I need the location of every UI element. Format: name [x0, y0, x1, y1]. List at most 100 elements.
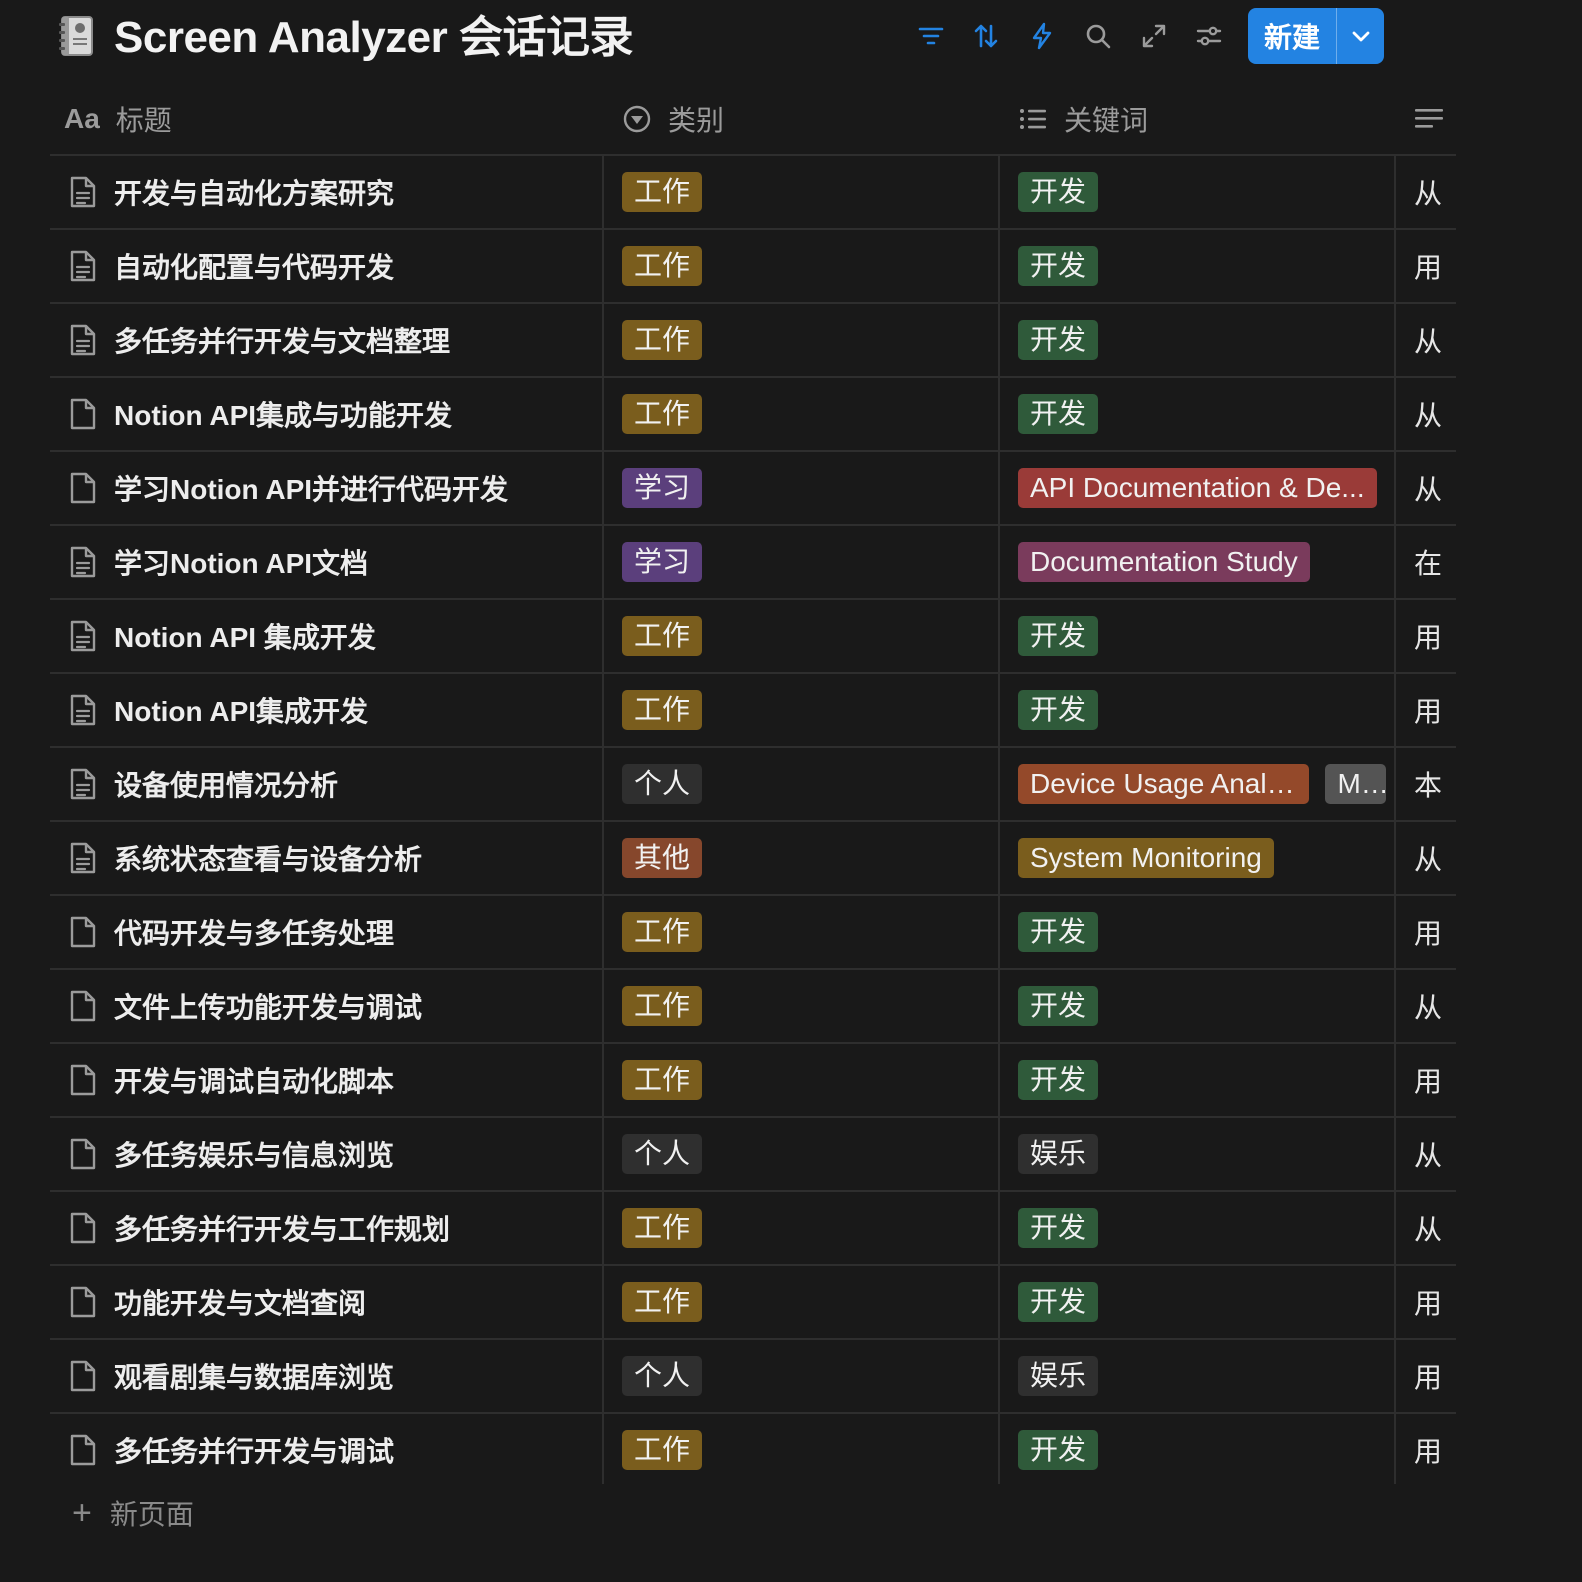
title-cell[interactable]: 代码开发与多任务处理 — [50, 896, 608, 968]
category-cell[interactable]: 工作 — [622, 600, 1006, 672]
category-cell[interactable]: 工作 — [622, 970, 1006, 1042]
row-title[interactable]: 系统状态查看与设备分析 — [114, 838, 422, 878]
row-title[interactable]: 开发与自动化方案研究 — [114, 172, 394, 212]
description-cell[interactable]: 从 — [1414, 1118, 1456, 1190]
table-row[interactable]: 自动化配置与代码开发 工作 开发 用 — [50, 230, 1456, 304]
keywords-cell[interactable]: 娱乐 — [1018, 1118, 1402, 1190]
table-row[interactable]: 设备使用情况分析 个人 Device Usage Analysis Mu 本 — [50, 748, 1456, 822]
description-cell[interactable]: 用 — [1414, 600, 1456, 672]
sort-icon[interactable] — [968, 18, 1004, 54]
description-cell[interactable]: 从 — [1414, 822, 1456, 894]
row-title[interactable]: 学习Notion API并进行代码开发 — [114, 468, 508, 508]
title-cell[interactable]: 学习Notion API文档 — [50, 526, 608, 598]
keywords-cell[interactable]: 开发 — [1018, 970, 1402, 1042]
description-cell[interactable]: 用 — [1414, 674, 1456, 746]
description-cell[interactable]: 用 — [1414, 1340, 1456, 1412]
table-row[interactable]: 观看剧集与数据库浏览 个人 娱乐 用 — [50, 1340, 1456, 1414]
title-cell[interactable]: 观看剧集与数据库浏览 — [50, 1340, 608, 1412]
description-cell[interactable]: 从 — [1414, 452, 1456, 524]
category-cell[interactable]: 工作 — [622, 1266, 1006, 1338]
row-title[interactable]: 多任务并行开发与文档整理 — [114, 320, 450, 360]
row-title[interactable]: 学习Notion API文档 — [114, 542, 368, 582]
table-row[interactable]: 文件上传功能开发与调试 工作 开发 从 — [50, 970, 1456, 1044]
keywords-cell[interactable]: 娱乐 — [1018, 1340, 1402, 1412]
keywords-cell[interactable]: API Documentation & De... — [1018, 452, 1402, 524]
table-row[interactable]: 系统状态查看与设备分析 其他 System Monitoring 从 — [50, 822, 1456, 896]
keywords-cell[interactable]: 开发 — [1018, 1414, 1402, 1484]
table-row[interactable]: 学习Notion API并进行代码开发 学习 API Documentation &… — [50, 452, 1456, 526]
title-cell[interactable]: 开发与调试自动化脚本 — [50, 1044, 608, 1116]
keywords-cell[interactable]: 开发 — [1018, 674, 1402, 746]
description-cell[interactable]: 在 — [1414, 526, 1456, 598]
keywords-cell[interactable]: 开发 — [1018, 230, 1402, 302]
title-cell[interactable]: 文件上传功能开发与调试 — [50, 970, 608, 1042]
row-title[interactable]: 开发与调试自动化脚本 — [114, 1060, 394, 1100]
column-header-category[interactable]: 类别 — [622, 84, 724, 154]
category-cell[interactable]: 个人 — [622, 748, 1006, 820]
table-row[interactable]: Notion API 集成开发 工作 开发 用 — [50, 600, 1456, 674]
category-cell[interactable]: 工作 — [622, 896, 1006, 968]
column-header-title[interactable]: Aa 标题 — [64, 84, 172, 154]
category-cell[interactable]: 工作 — [622, 230, 1006, 302]
description-cell[interactable]: 用 — [1414, 1044, 1456, 1116]
category-cell[interactable]: 个人 — [622, 1118, 1006, 1190]
row-title[interactable]: 观看剧集与数据库浏览 — [114, 1356, 394, 1396]
category-cell[interactable]: 工作 — [622, 304, 1006, 376]
description-cell[interactable]: 从 — [1414, 1192, 1456, 1264]
description-cell[interactable]: 从 — [1414, 970, 1456, 1042]
row-title[interactable]: 文件上传功能开发与调试 — [114, 986, 422, 1026]
table-row[interactable]: Notion API集成开发 工作 开发 用 — [50, 674, 1456, 748]
new-page-button[interactable]: + 新页面 — [72, 1488, 194, 1538]
keywords-cell[interactable]: 开发 — [1018, 1192, 1402, 1264]
table-row[interactable]: 多任务并行开发与文档整理 工作 开发 从 — [50, 304, 1456, 378]
table-row[interactable]: 多任务并行开发与调试 工作 开发 用 — [50, 1414, 1456, 1484]
title-cell[interactable]: 多任务并行开发与调试 — [50, 1414, 608, 1484]
title-cell[interactable]: 自动化配置与代码开发 — [50, 230, 608, 302]
description-cell[interactable]: 用 — [1414, 1266, 1456, 1338]
description-cell[interactable]: 用 — [1414, 1414, 1456, 1484]
description-cell[interactable]: 从 — [1414, 304, 1456, 376]
settings-icon[interactable] — [1191, 18, 1227, 54]
title-cell[interactable]: 开发与自动化方案研究 — [50, 156, 608, 228]
row-title[interactable]: 多任务并行开发与调试 — [114, 1430, 394, 1470]
keywords-cell[interactable]: 开发 — [1018, 600, 1402, 672]
new-button-label[interactable]: 新建 — [1248, 8, 1336, 64]
table-row[interactable]: 多任务并行开发与工作规划 工作 开发 从 — [50, 1192, 1456, 1266]
search-icon[interactable] — [1080, 18, 1116, 54]
row-title[interactable]: 自动化配置与代码开发 — [114, 246, 394, 286]
title-cell[interactable]: 多任务娱乐与信息浏览 — [50, 1118, 608, 1190]
title-cell[interactable]: Notion API集成开发 — [50, 674, 608, 746]
new-button[interactable]: 新建 — [1248, 8, 1384, 64]
table-row[interactable]: 开发与自动化方案研究 工作 开发 从 — [50, 156, 1456, 230]
keywords-cell[interactable]: Device Usage Analysis Mu — [1018, 748, 1402, 820]
keywords-cell[interactable]: 开发 — [1018, 156, 1402, 228]
title-cell[interactable]: Notion API 集成开发 — [50, 600, 608, 672]
column-header-description[interactable] — [1414, 84, 1456, 154]
title-cell[interactable]: 设备使用情况分析 — [50, 748, 608, 820]
title-cell[interactable]: 多任务并行开发与文档整理 — [50, 304, 608, 376]
table-row[interactable]: 多任务娱乐与信息浏览 个人 娱乐 从 — [50, 1118, 1456, 1192]
category-cell[interactable]: 工作 — [622, 1044, 1006, 1116]
automation-icon[interactable] — [1024, 18, 1060, 54]
title-cell[interactable]: Notion API集成与功能开发 — [50, 378, 608, 450]
category-cell[interactable]: 工作 — [622, 674, 1006, 746]
row-title[interactable]: 功能开发与文档查阅 — [114, 1282, 366, 1322]
title-cell[interactable]: 学习Notion API并进行代码开发 — [50, 452, 608, 524]
keywords-cell[interactable]: 开发 — [1018, 304, 1402, 376]
category-cell[interactable]: 学习 — [622, 526, 1006, 598]
keywords-cell[interactable]: Documentation Study — [1018, 526, 1402, 598]
category-cell[interactable]: 其他 — [622, 822, 1006, 894]
row-title[interactable]: Notion API 集成开发 — [114, 616, 376, 656]
category-cell[interactable]: 工作 — [622, 156, 1006, 228]
column-header-keywords[interactable]: 关键词 — [1018, 84, 1148, 154]
description-cell[interactable]: 本 — [1414, 748, 1456, 820]
category-cell[interactable]: 工作 — [622, 1192, 1006, 1264]
category-cell[interactable]: 学习 — [622, 452, 1006, 524]
row-title[interactable]: Notion API集成与功能开发 — [114, 394, 452, 434]
keywords-cell[interactable]: 开发 — [1018, 896, 1402, 968]
category-cell[interactable]: 工作 — [622, 1414, 1006, 1484]
keywords-cell[interactable]: System Monitoring — [1018, 822, 1402, 894]
keywords-cell[interactable]: 开发 — [1018, 378, 1402, 450]
table-row[interactable]: 开发与调试自动化脚本 工作 开发 用 — [50, 1044, 1456, 1118]
description-cell[interactable]: 从 — [1414, 156, 1456, 228]
